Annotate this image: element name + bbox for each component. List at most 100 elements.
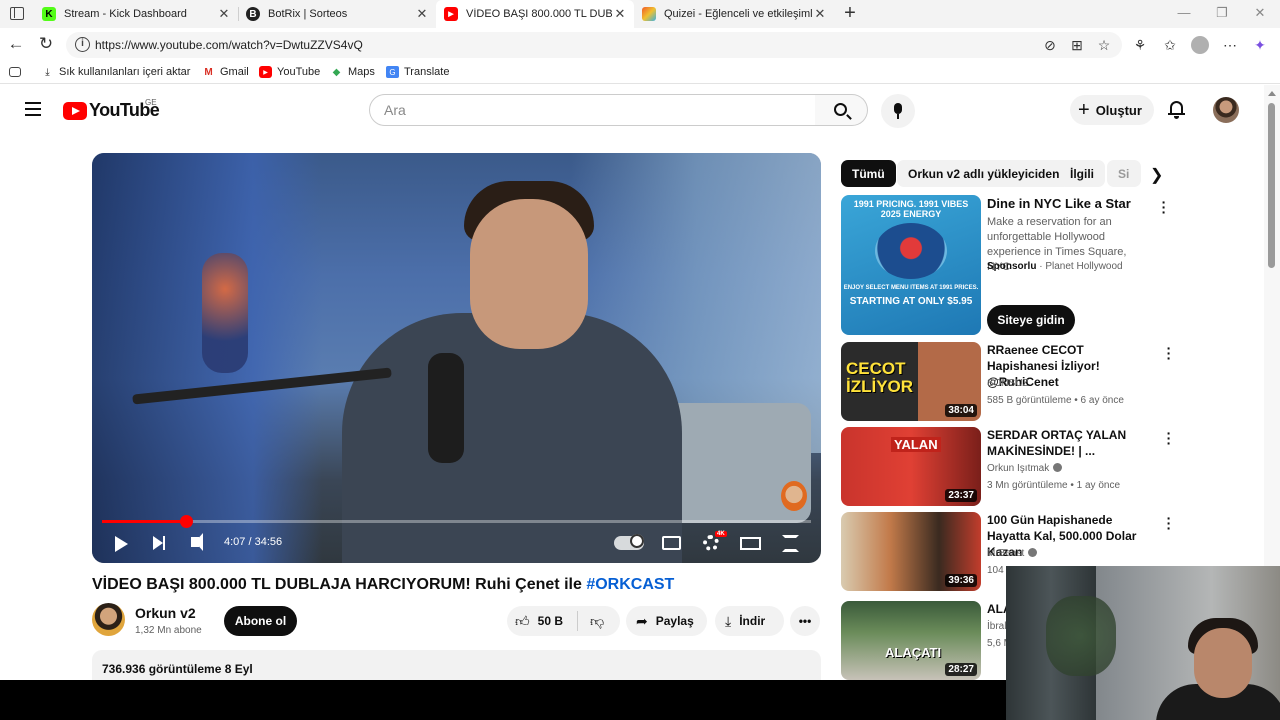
account-avatar[interactable] [1213, 97, 1239, 123]
favorites-icon[interactable]: ✩ [1160, 37, 1180, 54]
tab-strip: K Stream - Kick Dashboard ✕ B BotRix | S… [0, 0, 1280, 28]
ad-sponsor-line: Sponsorlu · Planet Hollywood [987, 261, 1123, 272]
video-thumbnail[interactable]: 39:36 [841, 512, 981, 591]
volume-icon[interactable] [191, 533, 203, 551]
scroll-up-icon[interactable] [1268, 91, 1276, 96]
settings-gear-icon[interactable] [703, 535, 719, 551]
share-arrow-icon: ➦ [636, 612, 648, 629]
tab-title: Quizei - Eğlenceli ve etkileşimli q [664, 8, 812, 20]
chip-from-uploader[interactable]: Orkun v2 adlı yükleyiciden [897, 160, 1071, 187]
autoplay-toggle[interactable] [614, 534, 644, 550]
close-tab-icon[interactable]: ✕ [414, 6, 430, 22]
chip-all[interactable]: Tümü [841, 160, 896, 187]
video-thumbnail[interactable]: CECOT İZLİYOR 38:04 [841, 342, 981, 421]
url-text[interactable]: https://www.youtube.com/watch?v=DwtuZZVS… [95, 38, 363, 52]
video-menu-icon[interactable]: · · · [1164, 511, 1174, 535]
ad-title[interactable]: Dine in NYC Like a Star [987, 196, 1131, 211]
visit-site-button[interactable]: Siteye gidin [987, 305, 1075, 335]
recommendation-channel[interactable]: İbral [987, 621, 1006, 632]
close-tab-icon[interactable]: ✕ [216, 6, 232, 22]
description-box[interactable]: 736.936 görüntüleme 8 Eyl [92, 650, 821, 680]
channel-name[interactable]: Orkun v2 [135, 605, 196, 621]
dislike-thumb-icon[interactable]: 👎︎ [590, 613, 604, 630]
favorite-star-icon[interactable]: ☆ [1095, 37, 1113, 54]
tab-actions-icon[interactable] [10, 7, 24, 20]
extensions-icon[interactable]: ⚘ [1130, 37, 1150, 54]
download-button[interactable]: ⤓ İndir [715, 606, 784, 636]
recommendation-item[interactable]: CECOT İZLİYOR 38:04 RRaenee CECOT Hapish… [841, 341, 1221, 422]
next-icon[interactable] [153, 536, 165, 550]
thumbnail-overlay-text: CECOT İZLİYOR [846, 359, 914, 396]
bookmark-translate[interactable]: G Translate [386, 66, 449, 78]
recommendation-item[interactable]: YALAN 23:37 SERDAR ORTAÇ YALAN MAKİNESİN… [841, 426, 1221, 507]
tab-quizei[interactable]: Quizei - Eğlenceli ve etkileşimli q ✕ [634, 0, 834, 28]
theater-mode-icon[interactable] [740, 537, 761, 550]
search-input[interactable] [384, 102, 784, 118]
notifications-bell-icon[interactable] [1167, 99, 1187, 121]
restore-icon[interactable]: ❐ [1212, 5, 1232, 21]
recommendation-channel[interactable]: MrBeast [987, 548, 1038, 559]
new-tab-button[interactable]: + [840, 2, 860, 25]
download-icon: ⤓ [725, 612, 732, 629]
subscribe-button[interactable]: Abone ol [224, 606, 297, 636]
translate-icon: G [386, 66, 399, 78]
address-row: ← ↻ i https://www.youtube.com/watch?v=Dw… [0, 28, 1280, 62]
channel-watermark-icon[interactable] [781, 481, 807, 511]
quality-badge: 4K [715, 531, 727, 537]
scrubber-handle[interactable] [179, 515, 193, 528]
create-button[interactable]: + Oluştur [1070, 95, 1154, 125]
bookmarks-side-icon[interactable] [9, 67, 21, 77]
chevron-right-icon[interactable]: ❯ [1150, 165, 1163, 185]
bookmark-import[interactable]: ⤓ Sık kullanılanları içeri aktar [41, 66, 190, 78]
like-thumb-icon[interactable]: 👍︎ [515, 613, 530, 630]
site-info-icon[interactable]: i [75, 37, 90, 52]
video-thumbnail[interactable]: YALAN 23:37 [841, 427, 981, 506]
recommendation-channel[interactable]: Orkun Işıtmak [987, 463, 1063, 474]
voice-search-button[interactable] [881, 94, 915, 128]
search-button[interactable] [815, 94, 868, 126]
chip-truncated[interactable]: Si [1107, 160, 1141, 187]
hashtag-link[interactable]: #ORKCAST [586, 576, 674, 593]
profile-avatar[interactable] [1191, 36, 1209, 54]
reload-icon[interactable]: ↻ [35, 34, 57, 54]
address-bar[interactable]: i https://www.youtube.com/watch?v=DwtuZZ… [66, 32, 1122, 58]
bookmark-youtube[interactable]: ▶ YouTube [259, 66, 320, 78]
video-thumbnail[interactable]: ALAÇATI 28:27 [841, 601, 981, 680]
minimize-icon[interactable]: — [1174, 5, 1194, 20]
close-tab-icon[interactable]: ✕ [612, 6, 628, 22]
close-tab-icon[interactable]: ✕ [812, 6, 828, 22]
close-window-icon[interactable]: ✕ [1250, 5, 1270, 21]
video-menu-icon[interactable]: · · · [1164, 426, 1174, 450]
subtitles-icon[interactable] [662, 536, 681, 550]
back-icon[interactable]: ← [5, 34, 27, 54]
more-menu-icon[interactable]: ⋯ [1220, 37, 1240, 54]
bookmark-gmail[interactable]: M Gmail [202, 66, 248, 78]
like-count[interactable]: 50 B [538, 614, 563, 628]
read-aloud-icon[interactable]: ⊘ [1041, 37, 1059, 54]
youtube-logo[interactable]: YouTube GE [63, 98, 160, 121]
tab-youtube-video[interactable]: ▶ VİDEO BAŞI 800.000 TL DUBLAJA ✕ [436, 0, 634, 28]
ad-menu-icon[interactable]: · · · [1159, 195, 1169, 219]
tab-botrix[interactable]: B BotRix | Sorteos ✕ [238, 0, 436, 28]
bookmark-maps[interactable]: ◆ Maps [330, 66, 375, 78]
video-player[interactable]: 4:07 / 34:56 4K [92, 153, 821, 563]
video-menu-icon[interactable]: · · · [1164, 341, 1174, 365]
share-button[interactable]: ➦ Paylaş [626, 606, 707, 636]
copilot-icon[interactable]: ✦ [1250, 37, 1270, 54]
more-actions-button[interactable]: ••• [790, 606, 820, 636]
channel-avatar[interactable] [92, 603, 125, 636]
recommendation-title[interactable]: SERDAR ORTAÇ YALAN MAKİNESİNDE! | ... [987, 427, 1152, 459]
play-icon[interactable] [115, 536, 128, 552]
menu-hamburger-icon[interactable] [25, 102, 41, 120]
tab-kick-dashboard[interactable]: K Stream - Kick Dashboard ✕ [34, 0, 238, 28]
ad-thumbnail[interactable]: 1991 PRICING. 1991 VIBES 2025 ENERGY ENJ… [841, 195, 981, 335]
scrollbar-thumb[interactable] [1268, 103, 1275, 268]
recommendation-channel[interactable]: SONSUZ [987, 378, 1029, 389]
tab-title: VİDEO BAŞI 800.000 TL DUBLAJA [466, 8, 612, 20]
progress-bar[interactable] [102, 515, 811, 528]
fullscreen-icon[interactable] [782, 535, 799, 552]
verified-badge-icon [1028, 548, 1038, 557]
chip-related[interactable]: İlgili [1059, 160, 1105, 187]
app-available-icon[interactable]: ⊞ [1068, 37, 1086, 54]
search-box[interactable] [369, 94, 816, 126]
